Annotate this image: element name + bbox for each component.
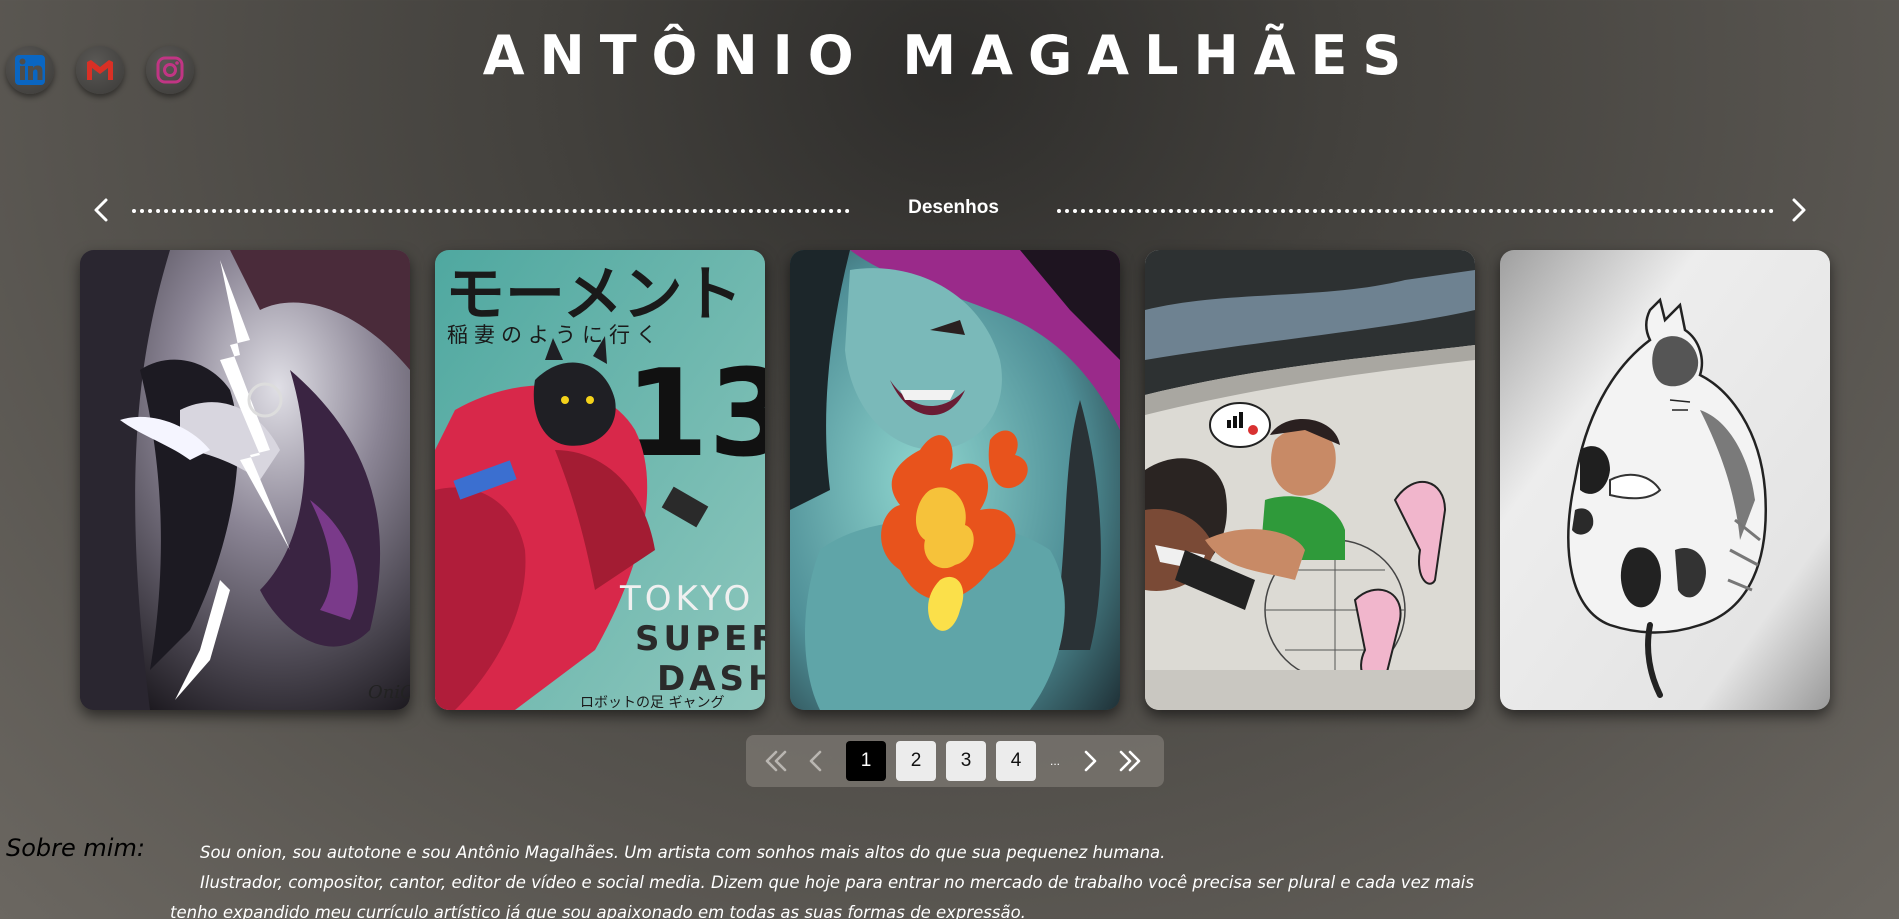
category-label[interactable]: Desenhos (850, 197, 1057, 219)
poster-line2: SUPER (635, 619, 765, 659)
next-page-button[interactable] (1070, 741, 1110, 781)
poster-line1: TOKYO (619, 579, 754, 619)
chevron-right-icon (1792, 198, 1806, 222)
artwork-card-cat-sketch[interactable] (1500, 250, 1830, 710)
svg-text:OniC: OniC (368, 682, 410, 703)
page-button-3[interactable]: 3 (946, 741, 986, 781)
about-heading: Sobre mim: (6, 834, 145, 862)
about-line-3: tenho expandido meu currículo artístico … (170, 903, 1026, 919)
artwork-card-tokyo-super-dash[interactable]: モーメント 稲妻のように行く 13 TOKYO SUPER DASH ロボットの… (435, 250, 765, 710)
artwork-card-fire-girl[interactable] (790, 250, 1120, 710)
about-line-2: Ilustrador, compositor, cantor, editor d… (200, 873, 1474, 892)
prev-page-button[interactable] (796, 741, 836, 781)
page-button-1[interactable]: 1 (846, 741, 886, 781)
prev-category-button[interactable] (86, 194, 118, 226)
artwork-tokyo-image: モーメント 稲妻のように行く 13 TOKYO SUPER DASH ロボットの… (435, 250, 765, 710)
artwork-card-car-stickers[interactable] (1145, 250, 1475, 710)
poster-line3: DASH (657, 659, 765, 699)
artwork-card-lightning[interactable]: OniC (80, 250, 410, 710)
page-button-4[interactable]: 4 (996, 741, 1036, 781)
artwork-lightning-image: OniC (80, 250, 410, 710)
artwork-cat-sketch-image (1500, 250, 1830, 710)
poster-jp-title: モーメント (445, 260, 743, 330)
about-line-1: Sou onion, sou autotone e sou Antônio Ma… (200, 843, 1166, 862)
chevron-left-icon (809, 750, 822, 772)
next-category-button[interactable] (1782, 194, 1814, 226)
chevron-left-icon (94, 198, 108, 222)
artwork-gallery: OniC モーメント 稲妻のように行く 13 TOKYO SUPE DAS ロボ… (80, 250, 1830, 710)
page-title: ANTÔNIO MAGALHÃES (482, 24, 1417, 87)
poster-footer: ロボットの足 ギャング (580, 695, 724, 710)
divider-right (1057, 209, 1774, 213)
artwork-car-stickers-image (1145, 250, 1475, 710)
chevron-right-icon (1084, 750, 1097, 772)
poster-number: 13 (625, 345, 765, 484)
page-button-2[interactable]: 2 (896, 741, 936, 781)
first-page-button[interactable] (756, 741, 796, 781)
about-text: Sou onion, sou autotone e sou Antônio Ma… (170, 838, 1474, 919)
double-chevron-left-icon (765, 750, 787, 772)
category-bar: Desenhos (80, 190, 1820, 230)
pagination: 1 2 3 4 ... (746, 735, 1164, 787)
last-page-button[interactable] (1110, 741, 1150, 781)
artwork-fire-girl-image (790, 250, 1120, 710)
double-chevron-right-icon (1119, 750, 1141, 772)
divider-left (132, 209, 850, 213)
page-ellipsis: ... (1049, 754, 1060, 768)
